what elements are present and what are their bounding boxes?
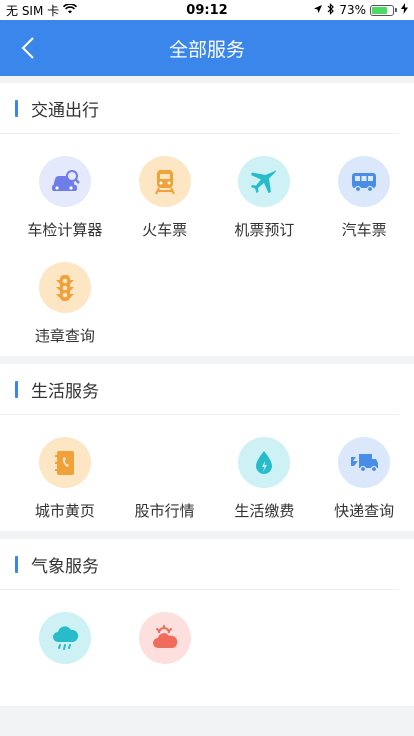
section-header: 交通出行 — [0, 83, 399, 134]
section-transport: 交通出行 车检计算器 火车票 机票预订 汽车票 违章查询 — [0, 83, 414, 356]
water-drop-icon — [238, 437, 291, 488]
airplane-icon — [238, 156, 291, 207]
navigation-bar: 全部服务 — [0, 20, 414, 76]
section-life: 生活服务 城市黄页 股市行情 生活缴费 快递查询 — [0, 364, 414, 531]
service-label: 生活缴费 — [234, 502, 295, 520]
service-express-query[interactable]: 快递查询 — [314, 415, 414, 521]
service-city-yellow-pages[interactable]: 城市黄页 — [15, 415, 115, 521]
carrier-text: 无 SIM 卡 — [6, 3, 60, 18]
section-title: 生活服务 — [31, 381, 99, 402]
wifi-icon — [63, 3, 78, 17]
charging-icon — [401, 3, 408, 17]
section-accent-bar — [15, 555, 18, 573]
service-bus-ticket[interactable]: 汽车票 — [314, 134, 414, 240]
section-header: 生活服务 — [0, 364, 399, 415]
service-stock-market[interactable]: 股市行情 — [115, 415, 215, 521]
location-icon — [313, 3, 323, 17]
rain-cloud-icon — [38, 612, 91, 664]
car-search-icon — [38, 156, 91, 207]
service-weather-rain[interactable] — [15, 590, 115, 696]
service-utility-payment[interactable]: 生活缴费 — [215, 415, 315, 521]
service-list: 交通出行 车检计算器 火车票 机票预订 汽车票 违章查询 生活服务 城市黄页 股… — [0, 76, 414, 736]
service-label: 城市黄页 — [34, 502, 95, 520]
bus-icon — [338, 156, 391, 207]
service-label: 车检计算器 — [27, 221, 103, 239]
service-label: 违章查询 — [34, 327, 95, 345]
truck-icon — [338, 437, 391, 488]
service-label: 汽车票 — [341, 221, 387, 239]
service-label: 快递查询 — [334, 502, 395, 520]
section-title: 交通出行 — [31, 100, 99, 121]
bluetooth-icon — [327, 2, 335, 18]
battery-percent: 73% — [339, 3, 366, 17]
service-train-ticket[interactable]: 火车票 — [115, 134, 215, 240]
service-label: 机票预订 — [234, 221, 295, 239]
phonebook-icon — [38, 437, 91, 488]
section-accent-bar — [15, 380, 18, 398]
service-weather-sun[interactable] — [115, 590, 215, 696]
page-title: 全部服务 — [168, 38, 245, 61]
back-button[interactable] — [14, 34, 42, 62]
battery-icon — [370, 4, 397, 16]
stock-icon — [138, 437, 191, 488]
section-header: 气象服务 — [0, 539, 399, 590]
service-label: 火车票 — [142, 221, 188, 239]
section-weather: 气象服务 — [0, 539, 414, 706]
section-accent-bar — [15, 99, 18, 117]
status-bar: 无 SIM 卡 09:12 73% — [0, 0, 414, 20]
train-icon — [138, 156, 191, 207]
service-label: 股市行情 — [134, 502, 195, 520]
service-car-calculator[interactable]: 车检计算器 — [15, 134, 115, 240]
service-flight-booking[interactable]: 机票预订 — [215, 134, 315, 240]
service-violation-query[interactable]: 违章查询 — [15, 240, 115, 346]
traffic-light-icon — [38, 262, 91, 313]
sun-cloud-icon — [138, 612, 191, 664]
section-title: 气象服务 — [31, 556, 99, 577]
chevron-left-icon — [21, 37, 34, 59]
